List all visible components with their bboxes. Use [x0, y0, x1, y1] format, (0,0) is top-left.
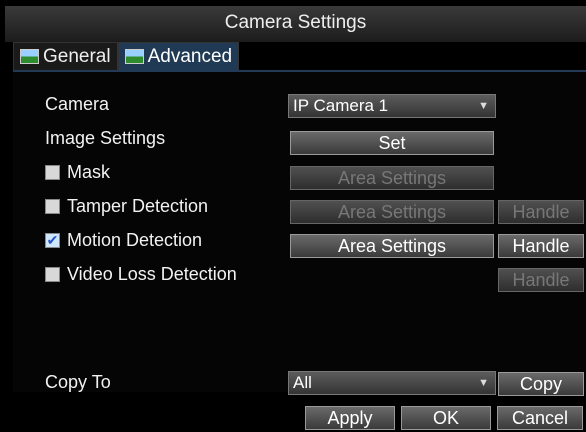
- cancel-button[interactable]: Cancel: [497, 406, 583, 430]
- video-loss-handle-button[interactable]: Handle: [498, 268, 584, 292]
- video-loss-checkbox[interactable]: [45, 267, 60, 282]
- ok-button[interactable]: OK: [401, 406, 491, 430]
- chevron-down-icon: ▼: [478, 377, 489, 389]
- tab-advanced-label: Advanced: [147, 45, 233, 67]
- copy-to-label: Copy To: [45, 372, 111, 392]
- chevron-down-icon: ▼: [478, 100, 489, 112]
- picture-icon: [124, 49, 144, 64]
- tab-bar: General Advanced: [13, 42, 240, 71]
- motion-handle-button[interactable]: Handle: [498, 234, 584, 258]
- camera-select[interactable]: IP Camera 1 ▼: [288, 94, 496, 118]
- motion-area-settings-button[interactable]: Area Settings: [290, 234, 494, 258]
- camera-select-value: IP Camera 1: [293, 96, 389, 115]
- video-loss-label: Video Loss Detection: [67, 264, 237, 284]
- copy-to-select[interactable]: All ▼: [288, 371, 496, 395]
- checkmark-icon: ✔: [46, 232, 59, 248]
- tab-advanced[interactable]: Advanced: [117, 42, 240, 71]
- mask-area-settings-button[interactable]: Area Settings: [290, 166, 494, 190]
- tamper-handle-button[interactable]: Handle: [498, 200, 584, 224]
- mask-label: Mask: [67, 162, 111, 182]
- motion-detection-checkbox[interactable]: ✔: [45, 233, 60, 248]
- copy-to-select-value: All: [293, 373, 312, 392]
- picture-icon: [20, 49, 39, 64]
- apply-button[interactable]: Apply: [305, 406, 395, 430]
- image-settings-label: Image Settings: [45, 128, 166, 148]
- camera-settings-dialog: Camera Settings General Advanced Camera …: [0, 0, 586, 432]
- camera-label: Camera: [45, 94, 110, 114]
- copy-button[interactable]: Copy: [498, 372, 584, 396]
- dialog-footer: Apply OK Cancel: [0, 400, 586, 432]
- tab-general-label: General: [43, 45, 111, 67]
- dialog-title: Camera Settings: [5, 6, 586, 42]
- image-settings-set-button[interactable]: Set: [290, 131, 494, 155]
- mask-checkbox[interactable]: [45, 165, 60, 180]
- motion-detection-label: Motion Detection: [67, 230, 203, 250]
- tamper-area-settings-button[interactable]: Area Settings: [290, 200, 494, 224]
- advanced-panel: Camera IP Camera 1 ▼ Image Settings Set …: [13, 70, 586, 396]
- tamper-detection-label: Tamper Detection: [67, 196, 209, 216]
- tamper-detection-checkbox[interactable]: [45, 199, 60, 214]
- tab-general[interactable]: General: [13, 42, 118, 71]
